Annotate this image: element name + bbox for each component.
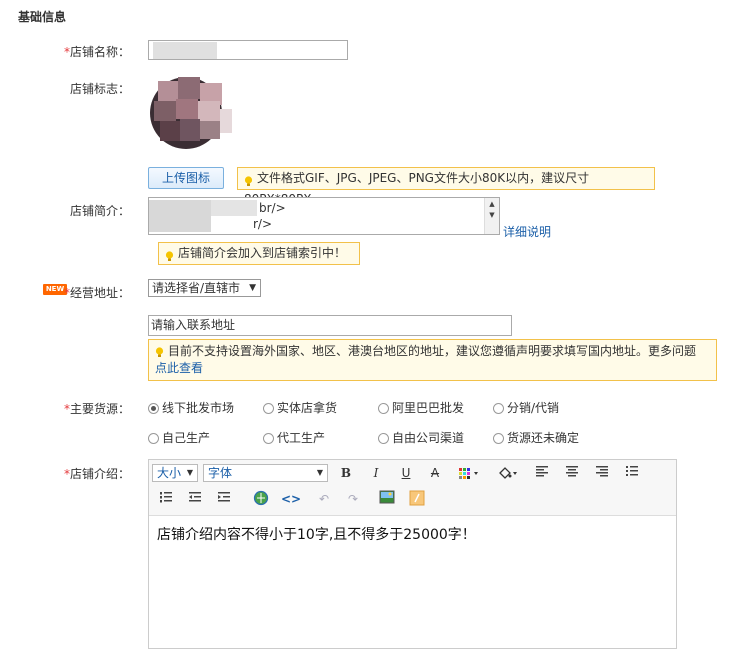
link-icon[interactable] (252, 490, 270, 508)
bold-icon[interactable]: B (337, 464, 355, 482)
radio-button[interactable] (493, 403, 504, 414)
source-option-distribution[interactable]: 分销/代销 (493, 399, 559, 416)
lightbulb-icon (165, 248, 174, 261)
scroll-up-icon[interactable]: ▲ (485, 198, 499, 210)
background-color-icon[interactable] (496, 464, 522, 482)
logo-tip: 文件格式GIF、JPG、JPEG、PNG文件大小80K以内，建议尺寸80PX*8… (237, 167, 655, 206)
section-title: 基础信息 (18, 10, 67, 24)
image-icon[interactable] (378, 490, 396, 508)
store-name-label: *店铺名称： (63, 45, 130, 59)
align-center-icon[interactable] (563, 464, 581, 482)
brief-tip: 店铺简介会加入到店铺索引中！ (158, 242, 360, 265)
radio-button[interactable] (493, 433, 504, 444)
radio-button[interactable] (378, 403, 389, 414)
blurred-text (153, 42, 217, 59)
blurred-text (211, 200, 257, 216)
store-name-input[interactable] (148, 40, 348, 60)
blurred-text (149, 200, 211, 232)
source-option-offline-wholesale[interactable]: 线下批发市场 (148, 399, 234, 416)
source-option-oem[interactable]: 代工生产 (263, 429, 325, 446)
brief-help-link[interactable]: 详细说明 (503, 223, 551, 240)
store-intro-label: *店铺介绍： (63, 467, 130, 481)
dropdown-arrow-icon: ▼ (186, 468, 193, 477)
store-brief-textarea[interactable]: br/> r/> ▲ ▼ (148, 197, 500, 235)
radio-button[interactable] (378, 433, 389, 444)
business-address-label: *经营地址： (63, 286, 130, 300)
dropdown-arrow-icon: ▼ (316, 468, 323, 477)
underline-icon[interactable]: U (397, 464, 415, 482)
rich-text-editor[interactable]: 大小 ▼ 字体 ▼ B I U A <> ↶ ↷ 店铺介绍内容不得小于10字,且不得… (148, 459, 677, 649)
font-size-select[interactable]: 大小 ▼ (152, 464, 198, 482)
editor-toolbar: 大小 ▼ 字体 ▼ B I U A <> ↶ ↷ (149, 460, 676, 516)
undo-icon[interactable]: ↶ (315, 490, 333, 508)
province-select[interactable]: 请选择省/直辖市 ▼ (148, 279, 261, 297)
radio-button[interactable] (148, 433, 159, 444)
source-option-undecided[interactable]: 货源还未确定 (493, 429, 579, 446)
italic-icon[interactable]: I (367, 464, 385, 482)
address-detail-input[interactable]: 请输入联系地址 (148, 315, 512, 336)
scroll-down-icon[interactable]: ▼ (485, 210, 499, 220)
strikethrough-icon[interactable]: A (426, 464, 444, 482)
lightbulb-icon (155, 346, 164, 357)
unordered-list-icon[interactable] (623, 464, 641, 482)
radio-button[interactable] (263, 433, 274, 444)
text-color-icon[interactable] (457, 464, 483, 482)
radio-button[interactable] (148, 403, 159, 414)
lightbulb-icon (244, 173, 253, 186)
textarea-scrollbar[interactable]: ▲ ▼ (484, 198, 499, 234)
align-right-icon[interactable] (593, 464, 611, 482)
radio-button[interactable] (263, 403, 274, 414)
flash-icon[interactable] (408, 490, 426, 508)
dropdown-arrow-icon: ▼ (249, 283, 256, 293)
outdent-icon[interactable] (186, 490, 204, 508)
source-option-self-produce[interactable]: 自己生产 (148, 429, 210, 446)
source-code-icon[interactable]: <> (281, 490, 301, 508)
align-left-icon[interactable] (533, 464, 551, 482)
address-tip: 目前不支持设置海外国家、地区、港澳台地区的地址，建议您遵循声明要求填写国内地址。… (148, 339, 717, 381)
source-option-own-channel[interactable]: 自由公司渠道 (378, 429, 464, 446)
store-brief-label: 店铺简介： (69, 204, 130, 218)
source-option-physical-store[interactable]: 实体店拿货 (263, 399, 337, 416)
source-option-alibaba[interactable]: 阿里巴巴批发 (378, 399, 464, 416)
store-logo-image (150, 75, 232, 151)
font-family-select[interactable]: 字体 ▼ (203, 464, 328, 482)
indent-icon[interactable] (215, 490, 233, 508)
store-logo-label: 店铺标志： (69, 82, 130, 96)
brief-line-1: br/> (259, 201, 286, 215)
ordered-list-icon[interactable] (157, 490, 175, 508)
main-source-label: *主要货源： (63, 402, 130, 416)
redo-icon[interactable]: ↷ (344, 490, 362, 508)
address-help-link[interactable]: 点此查看 (155, 361, 203, 375)
editor-content[interactable]: 店铺介绍内容不得小于10字,且不得多于25000字！ (157, 524, 476, 544)
brief-line-2: r/> (253, 217, 273, 231)
upload-logo-button[interactable]: 上传图标 (148, 167, 224, 189)
